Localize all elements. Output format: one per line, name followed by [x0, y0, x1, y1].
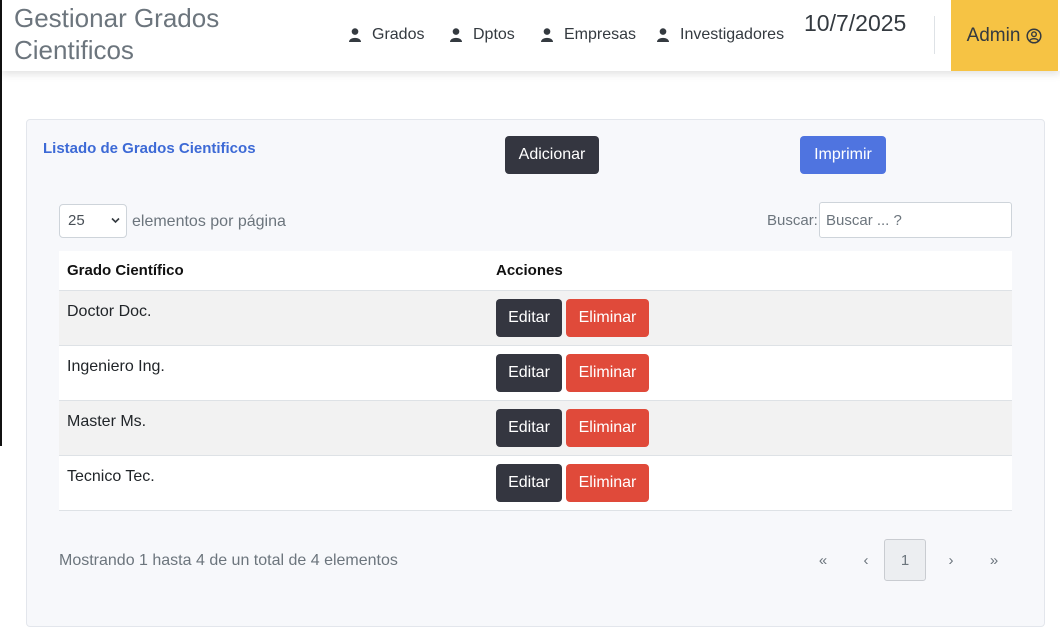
edit-button[interactable]: Editar [496, 464, 562, 502]
grado-name: Ingeniero Ing. [67, 358, 165, 375]
top-navbar: Gestionar Grados Cientificos Grados Dpto… [2, 0, 1060, 71]
nav-item-label: Empresas [564, 26, 637, 43]
nav-item-label: Grados [372, 26, 425, 43]
user-icon [541, 28, 553, 42]
chevron-down-icon [111, 217, 120, 224]
nav-item-label: Dptos [473, 26, 515, 43]
grado-name: Doctor Doc. [67, 303, 152, 320]
current-date: 10/7/2025 [804, 10, 907, 36]
pagination-prev[interactable]: ‹ [845, 539, 887, 581]
edit-button[interactable]: Editar [496, 409, 562, 447]
user-icon [349, 28, 361, 42]
user-circle-icon [1026, 27, 1042, 44]
page-size-value: 25 [68, 212, 85, 229]
grado-name: Tecnico Tec. [67, 468, 155, 485]
table-row: Ingeniero Ing. Editar Eliminar [59, 346, 1012, 401]
header-divider [934, 16, 935, 54]
pagination-first[interactable]: « [802, 539, 844, 581]
user-menu-label: Admin [966, 24, 1021, 46]
card-title: Listado de Grados Cientificos [43, 140, 256, 157]
table-row: Tecnico Tec. Editar Eliminar [59, 456, 1012, 511]
table-row: Master Ms. Editar Eliminar [59, 401, 1012, 456]
table-info: Mostrando 1 hasta 4 de un total de 4 ele… [59, 552, 398, 569]
pagination-next[interactable]: › [930, 539, 972, 581]
add-button[interactable]: Adicionar [505, 136, 599, 174]
user-icon [450, 28, 462, 42]
column-header-grado: Grado Científico [67, 262, 184, 279]
nav-item-dptos[interactable]: Dptos [450, 26, 515, 44]
delete-button[interactable]: Eliminar [566, 354, 649, 392]
nav-item-investigadores[interactable]: Investigadores [657, 26, 784, 44]
grado-name: Master Ms. [67, 413, 147, 430]
edit-button[interactable]: Editar [496, 299, 562, 337]
user-menu-button[interactable]: Admin [951, 0, 1058, 71]
pagination-last[interactable]: » [973, 539, 1015, 581]
search-input[interactable] [819, 202, 1012, 238]
delete-button[interactable]: Eliminar [566, 464, 649, 502]
pagination-page-1[interactable]: 1 [884, 539, 926, 581]
table-header: Grado Científico Acciones [59, 251, 1012, 291]
grados-table: Grado Científico Acciones Doctor Doc. Ed… [59, 251, 1012, 511]
print-button[interactable]: Imprimir [800, 136, 886, 174]
table-row: Doctor Doc. Editar Eliminar [59, 291, 1012, 346]
nav-item-label: Investigadores [680, 26, 785, 43]
nav-item-empresas[interactable]: Empresas [541, 26, 636, 44]
grados-card: Listado de Grados Cientificos Adicionar … [26, 119, 1045, 627]
page-size-select[interactable]: 25 [59, 204, 127, 238]
delete-button[interactable]: Eliminar [566, 299, 649, 337]
nav-item-grados[interactable]: Grados [349, 26, 424, 44]
page-title: Gestionar Grados Cientificos [14, 3, 220, 65]
user-icon [657, 28, 669, 42]
column-header-acciones: Acciones [496, 262, 563, 279]
edit-button[interactable]: Editar [496, 354, 562, 392]
per-page-label: elementos por página [132, 213, 286, 230]
search-label: Buscar: [767, 212, 818, 229]
delete-button[interactable]: Eliminar [566, 409, 649, 447]
